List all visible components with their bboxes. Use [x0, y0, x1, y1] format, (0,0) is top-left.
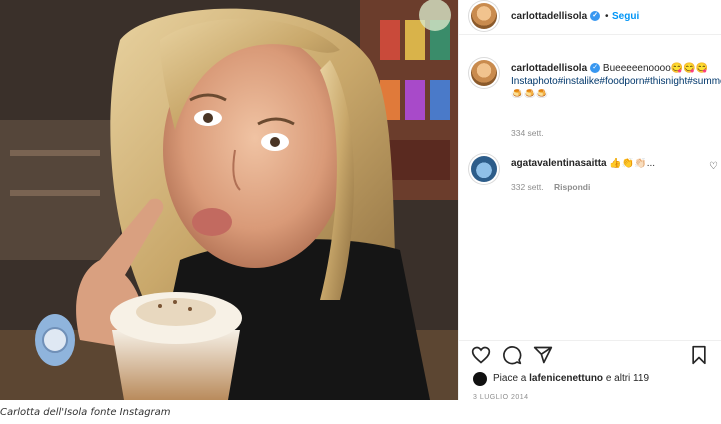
- likes-prefix: Piace a: [493, 373, 530, 384]
- author-username[interactable]: carlottadellisola ✓: [511, 11, 601, 22]
- comment-icon[interactable]: [502, 345, 522, 365]
- bookmark-icon[interactable]: [689, 345, 709, 365]
- verified-icon: ✓: [590, 63, 601, 74]
- caption-hashtags[interactable]: Instaphoto#instalike#foodporn#thisnight#…: [511, 76, 721, 100]
- verified-icon: ✓: [590, 11, 601, 22]
- author-avatar[interactable]: [471, 3, 497, 29]
- caption-time: 334 sett.: [511, 128, 544, 138]
- heart-icon[interactable]: [471, 345, 491, 365]
- comment-username[interactable]: agatavalentinasaitta: [511, 158, 607, 169]
- commenter-avatar[interactable]: [471, 156, 497, 182]
- instagram-post: carlottadellisola ✓ • Segui carlottadelli…: [0, 0, 721, 401]
- caption-avatar[interactable]: [471, 60, 497, 86]
- separator-dot: •: [605, 11, 609, 22]
- post-header: carlottadellisola ✓ • Segui: [459, 0, 721, 35]
- small-heart-icon[interactable]: ♡: [709, 161, 718, 172]
- follow-button[interactable]: Segui: [612, 11, 639, 22]
- comment: agatavalentinasaitta 👍👏👏🏻...: [511, 158, 711, 169]
- author-username-text[interactable]: carlottadellisola: [511, 11, 587, 22]
- liker-avatar[interactable]: [473, 372, 487, 386]
- likes-summary[interactable]: Piace a lafenicenettuno e altri 119: [493, 373, 649, 384]
- post-date: 3 LUGLIO 2014: [473, 394, 529, 401]
- caption-username[interactable]: carlottadellisola: [511, 63, 587, 74]
- post-caption: carlottadellisola ✓ Bueeeeenoooo😋😋😋 Insta…: [511, 62, 721, 101]
- reply-button[interactable]: Rispondi: [554, 182, 590, 192]
- post-sidebar: carlottadellisola ✓ • Segui carlottadelli…: [458, 0, 721, 401]
- likes-user[interactable]: lafenicenettuno: [529, 373, 603, 384]
- comment-text: 👍👏👏🏻...: [609, 158, 656, 169]
- post-photo[interactable]: [0, 0, 458, 400]
- selfie-image: [0, 0, 458, 400]
- image-credit: Carlotta dell'Isola fonte Instagram: [0, 407, 171, 418]
- likes-suffix: e altri 119: [603, 373, 649, 384]
- share-icon[interactable]: [533, 345, 553, 365]
- comment-time: 332 sett.: [511, 182, 544, 192]
- action-bar: [459, 340, 721, 369]
- caption-text: Bueeeeenoooo😋😋😋: [602, 63, 709, 74]
